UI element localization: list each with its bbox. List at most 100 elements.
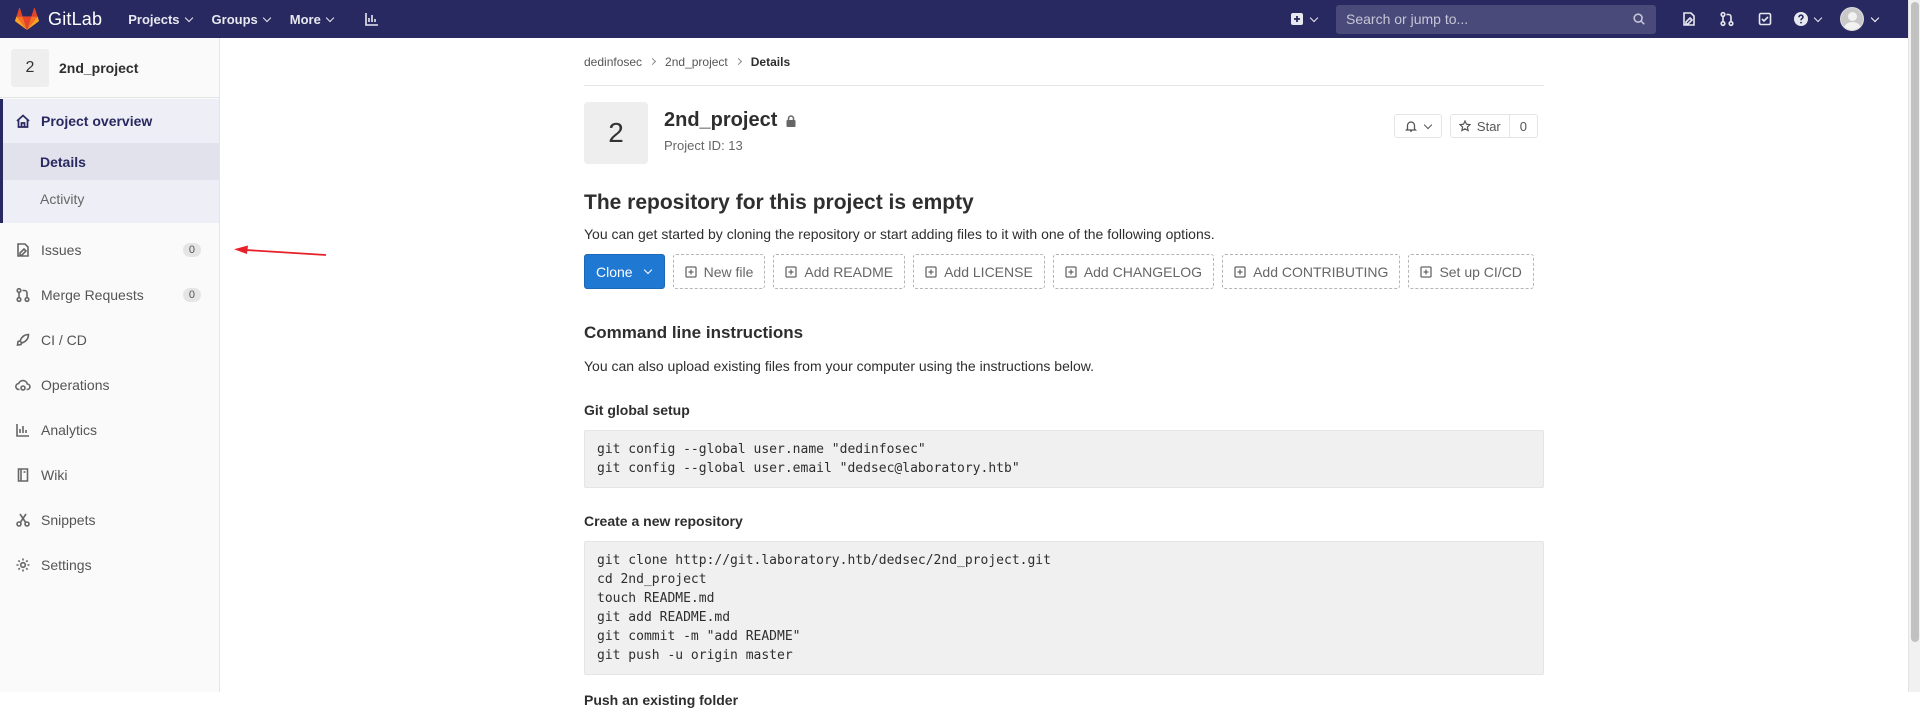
chevron-down-icon xyxy=(1870,13,1880,22)
main-content: dedinfosec 2nd_project Details 2 2nd_pro… xyxy=(584,38,1544,708)
gear-icon xyxy=(16,558,30,571)
breadcrumb-current[interactable]: Details xyxy=(751,55,790,69)
star-button[interactable]: Star xyxy=(1449,114,1510,138)
projects-dropdown[interactable]: Projects xyxy=(128,12,193,27)
groups-dropdown[interactable]: Groups xyxy=(211,11,272,27)
sidebar-item-label: Project overview xyxy=(41,113,153,129)
star-count[interactable]: 0 xyxy=(1509,114,1538,138)
help-dropdown[interactable] xyxy=(1789,5,1825,33)
add-readme-label: Add README xyxy=(804,263,894,280)
chevron-down-icon xyxy=(643,265,652,275)
star-group: Star 0 xyxy=(1449,114,1538,138)
annotation-arrow xyxy=(234,245,327,256)
sidebar-item-snippets[interactable]: Snippets xyxy=(0,497,219,542)
sidebar-item-label: Operations xyxy=(41,376,110,393)
merge-requests-shortcut-icon[interactable] xyxy=(1713,5,1741,33)
sidebar-item-label: Snippets xyxy=(41,511,96,528)
project-header: 2 2nd_project Project ID: 13 Star 0 xyxy=(584,102,1544,192)
plus-square-icon xyxy=(925,265,937,278)
project-avatar: 2 xyxy=(584,102,648,164)
book-icon xyxy=(17,467,29,482)
add-license-button[interactable]: Add LICENSE xyxy=(913,254,1045,289)
sidebar-project-avatar: 2 xyxy=(11,48,49,87)
chevron-down-icon xyxy=(262,13,272,22)
scissors-icon xyxy=(16,513,30,527)
chevron-right-icon xyxy=(734,57,742,66)
add-readme-button[interactable]: Add README xyxy=(773,254,906,289)
top-navbar: GitLab Projects Groups More xyxy=(0,0,1908,38)
page-scrollbar[interactable] xyxy=(1908,0,1920,692)
project-overview-subnav: Details Activity xyxy=(0,143,219,223)
gitlab-home-link[interactable]: GitLab xyxy=(14,0,102,38)
setup-cicd-button[interactable]: Set up CI/CD xyxy=(1408,254,1534,289)
activity-chart-icon[interactable] xyxy=(358,5,386,33)
sidebar-item-wiki[interactable]: Wiki xyxy=(0,452,219,497)
sidebar-item-analytics[interactable]: Analytics xyxy=(0,407,219,452)
sidebar-item-project-overview[interactable]: Project overview xyxy=(0,99,219,143)
sidebar-item-label: Analytics xyxy=(41,421,98,438)
add-license-label: Add LICENSE xyxy=(944,263,1033,280)
add-changelog-button[interactable]: Add CHANGELOG xyxy=(1052,254,1215,289)
more-label: More xyxy=(289,11,321,27)
sidebar-item-label: Wiki xyxy=(41,466,68,483)
chevron-down-icon xyxy=(1423,120,1433,129)
add-contributing-label: Add CONTRIBUTING xyxy=(1253,263,1389,280)
plus-square-icon xyxy=(1291,13,1303,25)
scrollbar-thumb[interactable] xyxy=(1911,2,1919,642)
cli-title: Command line instructions xyxy=(584,323,804,342)
notification-dropdown[interactable] xyxy=(1393,114,1442,138)
empty-repo-description: You can get started by cloning the repos… xyxy=(584,226,1215,242)
git-global-setup-title: Git global setup xyxy=(584,402,690,418)
git-global-setup-code[interactable]: git config --global user.name "dedinfose… xyxy=(584,430,1544,488)
sidebar-item-issues[interactable]: Issues 0 xyxy=(0,227,219,272)
add-changelog-label: Add CHANGELOG xyxy=(1083,263,1203,280)
chevron-down-icon xyxy=(1813,13,1823,22)
plus-square-icon xyxy=(1420,265,1433,278)
new-file-button[interactable]: New file xyxy=(672,254,766,289)
sidebar-item-cicd[interactable]: CI / CD xyxy=(0,317,219,362)
sidebar-project-name: 2nd_project xyxy=(59,59,139,76)
user-avatar xyxy=(1840,7,1864,31)
sidebar-item-operations[interactable]: Operations xyxy=(0,362,219,407)
add-contributing-button[interactable]: Add CONTRIBUTING xyxy=(1222,254,1401,289)
question-icon xyxy=(1794,12,1808,26)
groups-label: Groups xyxy=(211,11,258,27)
create-repo-title: Create a new repository xyxy=(584,513,743,529)
merge-requests-count-badge: 0 xyxy=(182,287,201,302)
global-search[interactable] xyxy=(1336,4,1656,34)
chevron-right-icon xyxy=(649,57,657,66)
user-menu[interactable] xyxy=(1840,7,1880,31)
chart-icon xyxy=(16,423,29,437)
bell-icon xyxy=(1404,121,1417,132)
new-file-label: New file xyxy=(703,263,754,280)
sidebar-item-label: CI / CD xyxy=(41,331,87,348)
sidebar-subitem-activity[interactable]: Activity xyxy=(0,180,219,217)
rocket-icon xyxy=(16,333,30,346)
push-folder-title: Push an existing folder xyxy=(584,692,739,708)
more-dropdown[interactable]: More xyxy=(289,11,335,27)
issues-shortcut-icon[interactable] xyxy=(1675,5,1703,33)
breadcrumb-group-link[interactable]: dedinfosec xyxy=(584,55,642,69)
sidebar-subitem-details[interactable]: Details xyxy=(0,143,219,180)
new-item-dropdown[interactable] xyxy=(1285,5,1321,33)
issues-icon xyxy=(17,242,29,257)
merge-request-icon xyxy=(16,287,30,302)
star-label: Star xyxy=(1476,118,1501,134)
plus-square-icon xyxy=(1065,265,1077,278)
setup-cicd-label: Set up CI/CD xyxy=(1439,263,1522,280)
sidebar-context-header[interactable]: 2 2nd_project xyxy=(0,38,219,98)
sidebar-item-merge-requests[interactable]: Merge Requests 0 xyxy=(0,272,219,317)
sidebar-item-label: Issues xyxy=(41,241,82,258)
breadcrumb-project-link[interactable]: 2nd_project xyxy=(665,55,728,69)
search-input[interactable] xyxy=(1346,11,1632,27)
chevron-down-icon xyxy=(1309,13,1319,22)
sidebar-item-label: Merge Requests xyxy=(41,286,144,303)
gitlab-logo-icon xyxy=(15,7,39,30)
breadcrumb: dedinfosec 2nd_project Details xyxy=(584,38,1544,86)
create-repo-code[interactable]: git clone http://git.laboratory.htb/deds… xyxy=(584,541,1544,675)
todos-shortcut-icon[interactable] xyxy=(1751,5,1779,33)
chevron-down-icon xyxy=(325,13,335,22)
sidebar-item-settings[interactable]: Settings xyxy=(0,542,219,587)
clone-button[interactable]: Clone xyxy=(584,254,665,289)
home-icon xyxy=(16,114,30,128)
